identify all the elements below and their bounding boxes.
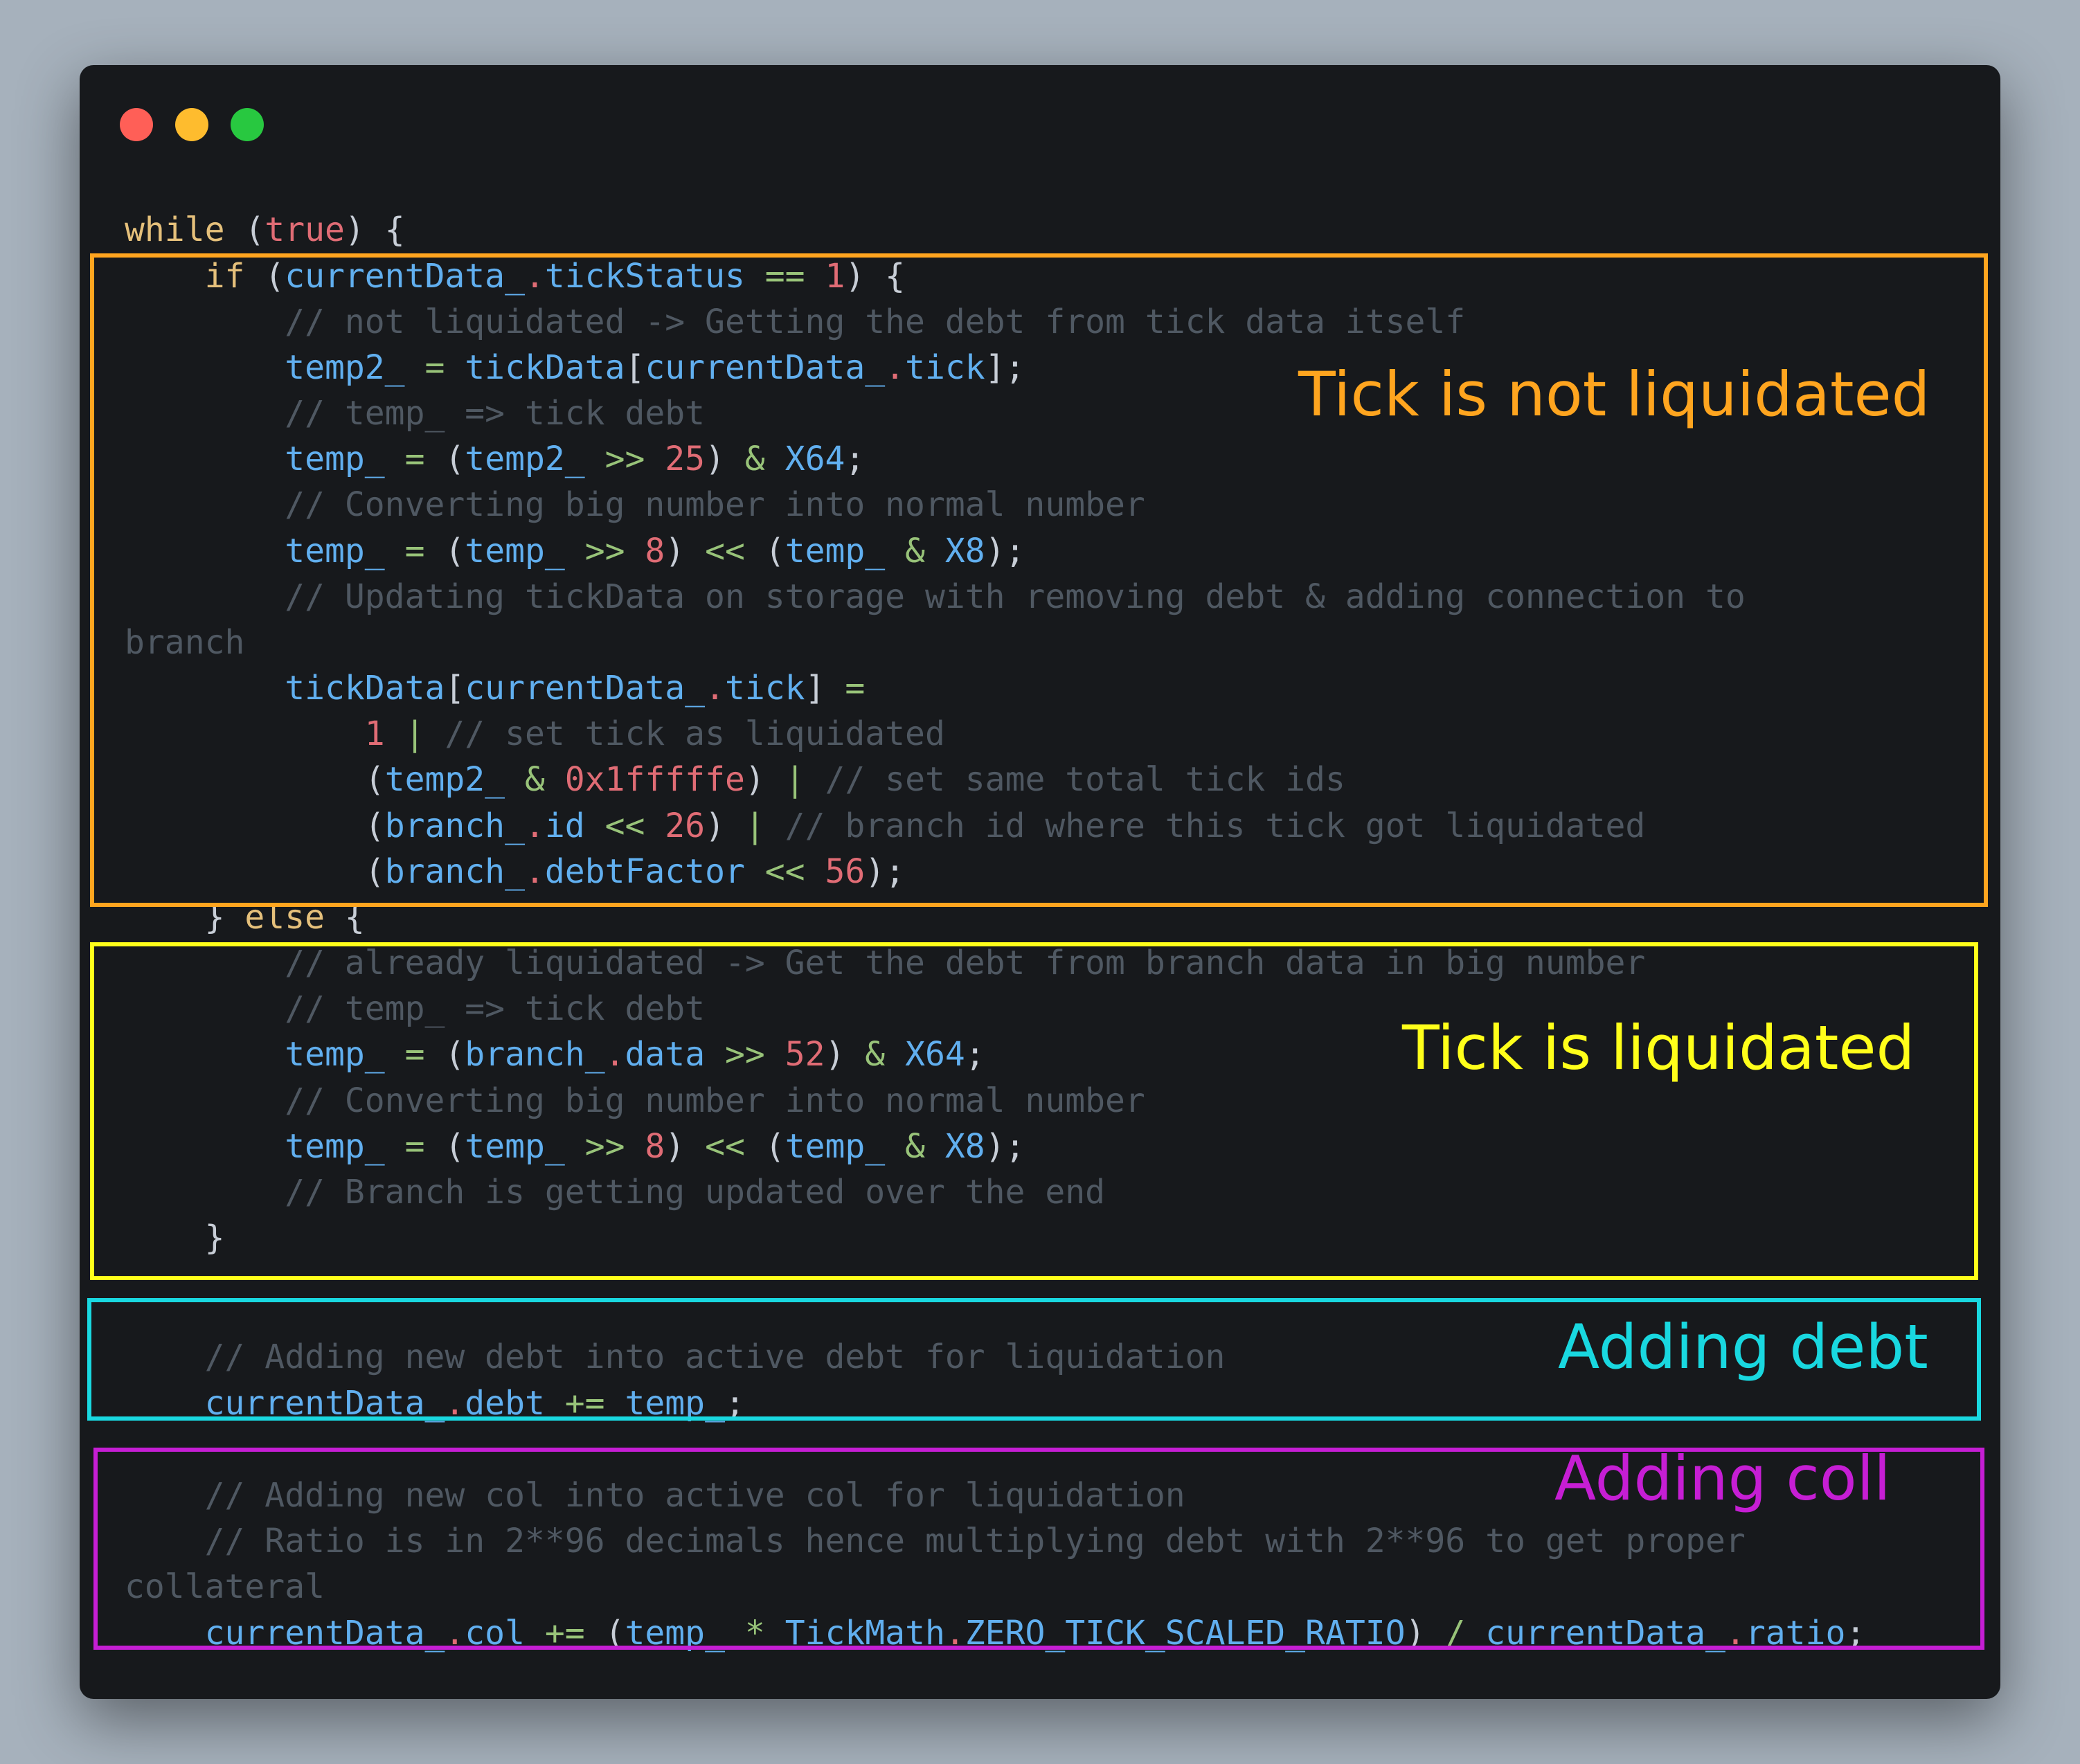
liquidated-highlight-box (90, 942, 1978, 1280)
code-window: while (true) { if (currentData_.tickStat… (80, 65, 2000, 1699)
not-liquidated-highlight-box (90, 253, 1988, 907)
liquidated-label: Tick is liquidated (1402, 1012, 1915, 1083)
maximize-window-button[interactable] (231, 108, 264, 141)
adding-debt-label: Adding debt (1558, 1311, 1928, 1383)
code-line: while (true) { (125, 210, 405, 249)
not-liquidated-label: Tick is not liquidated (1298, 359, 1930, 430)
close-window-button[interactable] (120, 108, 153, 141)
minimize-window-button[interactable] (175, 108, 208, 141)
adding-coll-label: Adding coll (1554, 1443, 1891, 1514)
